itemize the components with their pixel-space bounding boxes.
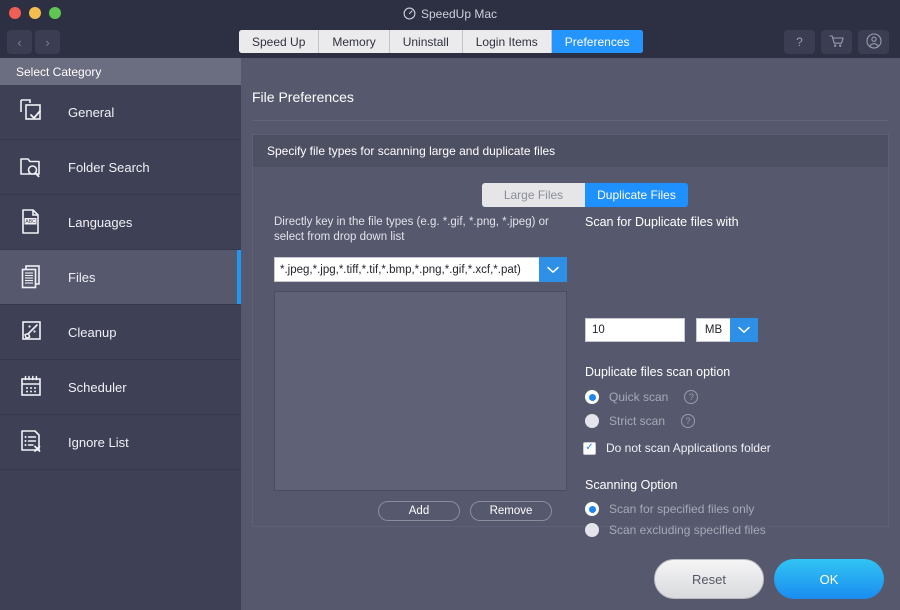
sidebar-item-label: Files	[68, 270, 95, 285]
abc-document-icon: ABC	[17, 206, 49, 238]
main-tabs: Speed Up Memory Uninstall Login Items Pr…	[239, 30, 643, 53]
sidebar: Select Category General Folder	[0, 58, 241, 610]
back-button[interactable]: ‹	[7, 30, 32, 54]
sidebar-item-label: General	[68, 105, 114, 120]
folder-search-icon	[17, 151, 49, 183]
sidebar-item-folder-search[interactable]: Folder Search	[0, 140, 241, 195]
tab-preferences[interactable]: Preferences	[552, 30, 643, 53]
window-title: SpeedUp Mac	[0, 0, 900, 27]
user-account-icon	[866, 33, 882, 52]
tab-login-items[interactable]: Login Items	[463, 30, 552, 53]
footer-actions: Reset OK	[241, 548, 900, 610]
sidebar-item-files[interactable]: Files	[0, 250, 241, 305]
sidebar-item-label: Languages	[68, 215, 132, 230]
size-value-input[interactable]: 10	[585, 318, 685, 342]
sidebar-item-label: Ignore List	[68, 435, 129, 450]
listbox-buttons: Add Remove	[378, 501, 552, 521]
segment-duplicate-files[interactable]: Duplicate Files	[585, 183, 688, 207]
checkbox-label: Do not scan Applications folder	[606, 441, 771, 455]
toolbar: ‹ › Speed Up Memory Uninstall Login Item…	[0, 27, 900, 58]
sidebar-item-general[interactable]: General	[0, 85, 241, 140]
scan-with-title: Scan for Duplicate files with	[585, 215, 739, 229]
page-title: File Preferences	[252, 89, 354, 105]
help-button[interactable]: ?	[784, 30, 815, 54]
scanning-option-title: Scanning Option	[585, 478, 677, 492]
svg-text:ABC: ABC	[25, 219, 36, 225]
radio-label: Scan for specified files only	[609, 502, 754, 516]
account-button[interactable]	[858, 30, 889, 54]
sidebar-item-label: Scheduler	[68, 380, 127, 395]
shopping-cart-icon	[829, 34, 844, 51]
tab-memory[interactable]: Memory	[319, 30, 389, 53]
chevron-right-icon: ›	[45, 36, 49, 49]
speedometer-icon	[403, 7, 416, 20]
size-unit-value: MB	[696, 318, 730, 342]
segment-large-files[interactable]: Large Files	[482, 183, 585, 207]
quick-scan-help-icon[interactable]: ?	[684, 390, 698, 404]
list-x-icon	[17, 426, 49, 458]
title-divider	[252, 120, 889, 121]
documents-check-icon	[17, 96, 49, 128]
radio-quick-scan[interactable]: Quick scan ?	[585, 390, 698, 404]
radio-label: Strict scan	[609, 414, 665, 428]
sidebar-item-languages[interactable]: ABC Languages	[0, 195, 241, 250]
forward-button[interactable]: ›	[35, 30, 60, 54]
tab-speed-up[interactable]: Speed Up	[239, 30, 319, 53]
ok-button[interactable]: OK	[774, 559, 884, 599]
file-types-row: *.jpeg,*.jpg,*.tiff,*.tif,*.bmp,*.png,*.…	[274, 257, 567, 282]
sidebar-item-cleanup[interactable]: Cleanup	[0, 305, 241, 360]
remove-button[interactable]: Remove	[470, 501, 552, 521]
tab-uninstall[interactable]: Uninstall	[390, 30, 463, 53]
file-preferences-panel: Specify file types for scanning large an…	[252, 134, 889, 527]
calendar-icon	[17, 371, 49, 403]
speedup-mac-window: SpeedUp Mac ‹ › Speed Up Memory Uninstal…	[0, 0, 900, 610]
duplicate-scan-option-title: Duplicate files scan option	[585, 365, 730, 379]
sidebar-item-ignore-list[interactable]: Ignore List	[0, 415, 241, 470]
navigation-buttons: ‹ ›	[7, 30, 60, 54]
radio-label: Scan excluding specified files	[609, 523, 766, 537]
sidebar-item-scheduler[interactable]: Scheduler	[0, 360, 241, 415]
reset-button[interactable]: Reset	[654, 559, 764, 599]
sidebar-empty-area	[0, 470, 241, 610]
window-title-text: SpeedUp Mac	[421, 7, 497, 21]
question-mark-icon: ?	[796, 35, 803, 49]
radio-indicator	[585, 523, 599, 537]
checkbox-skip-applications[interactable]: ✓ Do not scan Applications folder	[583, 441, 771, 455]
radio-scan-specified-only[interactable]: Scan for specified files only	[585, 502, 754, 516]
radio-label: Quick scan	[609, 390, 668, 404]
title-bar: SpeedUp Mac	[0, 0, 900, 27]
toolbar-right-buttons: ?	[784, 30, 889, 54]
radio-indicator	[585, 390, 599, 404]
file-types-listbox[interactable]	[274, 291, 567, 491]
radio-indicator	[585, 414, 599, 428]
panel-header: Specify file types for scanning large an…	[253, 135, 888, 167]
file-types-input[interactable]: *.jpeg,*.jpg,*.tiff,*.tif,*.bmp,*.png,*.…	[274, 257, 539, 282]
strict-scan-help-icon[interactable]: ?	[681, 414, 695, 428]
files-stack-icon	[17, 261, 49, 293]
cart-button[interactable]	[821, 30, 852, 54]
main-content: File Preferences Specify file types for …	[241, 58, 900, 610]
chevron-down-icon	[547, 261, 559, 279]
radio-indicator	[585, 502, 599, 516]
file-type-segmented-control: Large Files Duplicate Files	[482, 183, 688, 207]
chevron-down-icon	[738, 321, 750, 339]
size-unit-dropdown-button[interactable]	[730, 318, 758, 342]
checkbox-indicator: ✓	[583, 442, 596, 455]
radio-strict-scan[interactable]: Strict scan ?	[585, 414, 695, 428]
radio-scan-excluding-specified[interactable]: Scan excluding specified files	[585, 523, 766, 537]
broom-sparkle-icon	[17, 316, 49, 348]
sidebar-item-label: Folder Search	[68, 160, 150, 175]
sidebar-item-label: Cleanup	[68, 325, 116, 340]
sidebar-header: Select Category	[0, 58, 241, 85]
add-button[interactable]: Add	[378, 501, 460, 521]
chevron-left-icon: ‹	[17, 36, 21, 49]
file-types-dropdown-button[interactable]	[539, 257, 567, 282]
file-types-hint: Directly key in the file types (e.g. *.g…	[274, 215, 564, 245]
size-unit-select[interactable]: MB	[696, 318, 758, 342]
